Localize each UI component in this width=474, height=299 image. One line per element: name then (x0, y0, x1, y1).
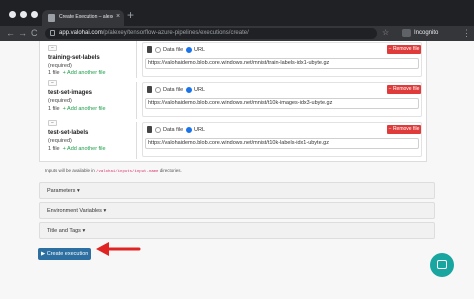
file-source-group: Data file URL − Remove file https://valo… (142, 122, 422, 157)
file-count: 1 file + Add another file (48, 106, 106, 112)
divider (136, 41, 137, 78)
remove-file-button[interactable]: − Remove file (387, 85, 421, 94)
url-input[interactable]: https://valohaidemo.blob.core.windows.ne… (145, 138, 419, 149)
parameters-section[interactable]: Parameters ▾ (39, 182, 435, 199)
collapse-button[interactable]: − (48, 80, 57, 86)
add-file-link[interactable]: + Add another file (63, 70, 106, 76)
address-url[interactable]: app.valohai.com/p/alexey/tensorflow-azur… (59, 30, 249, 36)
annotation-arrow (96, 242, 141, 256)
reload-icon[interactable]: C (31, 27, 38, 39)
forward-icon[interactable]: → (18, 27, 27, 39)
remove-file-button[interactable]: − Remove file (387, 45, 421, 54)
url-radio[interactable] (186, 127, 192, 133)
lock-icon (50, 30, 55, 36)
data-file-label: Data file (163, 87, 184, 93)
input-row: − test-set-labels (required) 1 file + Add… (40, 120, 428, 159)
file-source-group: Data file URL − Remove file https://valo… (142, 82, 422, 117)
data-file-label: Data file (163, 47, 184, 53)
required-label: (required) (48, 138, 72, 144)
star-icon[interactable]: ☆ (382, 28, 389, 38)
divider (136, 82, 137, 119)
tab-title: Create Execution – alexey/tensor... (59, 14, 113, 20)
create-execution-button[interactable]: ▶ Create execution (38, 248, 91, 260)
new-tab-button[interactable]: + (127, 9, 134, 21)
inputs-card: − training-set-labels (required) 1 file +… (39, 41, 427, 162)
remove-file-button[interactable]: − Remove file (387, 125, 421, 134)
section-label: Parameters ▾ (47, 188, 80, 194)
required-label: (required) (48, 98, 72, 104)
input-name: test-set-images (48, 90, 93, 96)
url-radio[interactable] (186, 87, 192, 93)
incognito-icon (402, 29, 411, 37)
url-input[interactable]: https://valohaidemo.blob.core.windows.ne… (145, 98, 419, 109)
required-label: (required) (48, 63, 72, 69)
title-and-tags-section[interactable]: Title and Tags ▾ (39, 222, 435, 239)
input-row: − training-set-labels (required) 1 file +… (40, 41, 428, 78)
file-source-group: Data file URL − Remove file https://valo… (142, 42, 422, 77)
incognito-label: Incognito (414, 30, 439, 36)
section-label: Title and Tags ▾ (47, 228, 86, 234)
url-radio[interactable] (186, 47, 192, 53)
divider (136, 122, 137, 159)
environment-variables-section[interactable]: Environment Variables ▾ (39, 202, 435, 219)
data-file-radio[interactable] (155, 47, 161, 53)
url-label: URL (194, 127, 206, 133)
data-file-radio[interactable] (155, 127, 161, 133)
browser-tab[interactable]: Create Execution – alexey/tensor... × (42, 10, 124, 26)
collapse-button[interactable]: − (48, 120, 57, 126)
close-window-icon[interactable] (9, 11, 16, 18)
url-input[interactable]: https://valohaidemo.blob.core.windows.ne… (145, 58, 419, 69)
add-file-link[interactable]: + Add another file (63, 146, 106, 152)
chat-button[interactable] (430, 253, 454, 277)
address-bar[interactable]: app.valohai.com/p/alexey/tensorflow-azur… (45, 28, 377, 39)
file-icon (147, 126, 152, 133)
minimize-window-icon[interactable] (20, 11, 27, 18)
input-row: − test-set-images (required) 1 file + Add… (40, 80, 428, 119)
tab-favicon-icon (48, 14, 55, 22)
tab-close-icon[interactable]: × (116, 13, 120, 21)
add-file-link[interactable]: + Add another file (63, 106, 106, 112)
input-name: training-set-labels (48, 55, 100, 61)
url-label: URL (194, 47, 206, 53)
chat-icon (437, 260, 447, 269)
inputs-note: Inputs will be available in /valohai/inp… (45, 168, 182, 174)
file-icon (147, 86, 152, 93)
browser-menu-icon[interactable]: ⋮ (462, 27, 471, 39)
file-count: 1 file + Add another file (48, 146, 106, 152)
file-icon (147, 46, 152, 53)
data-file-label: Data file (163, 127, 184, 133)
back-icon[interactable]: ← (6, 27, 15, 39)
section-label: Environment Variables ▾ (47, 208, 107, 214)
browser-toolbar: ← → C app.valohai.com/p/alexey/tensorflo… (0, 26, 474, 41)
browser-tab-strip: Create Execution – alexey/tensor... × + (0, 0, 474, 26)
input-name: test-set-labels (48, 130, 89, 136)
page-content: − training-set-labels (required) 1 file +… (0, 41, 474, 299)
maximize-window-icon[interactable] (31, 11, 38, 18)
file-count: 1 file + Add another file (48, 70, 106, 76)
url-label: URL (194, 87, 206, 93)
collapse-button[interactable]: − (48, 45, 57, 51)
data-file-radio[interactable] (155, 87, 161, 93)
inputs-path: /valohai/inputs/input-name (96, 170, 159, 174)
